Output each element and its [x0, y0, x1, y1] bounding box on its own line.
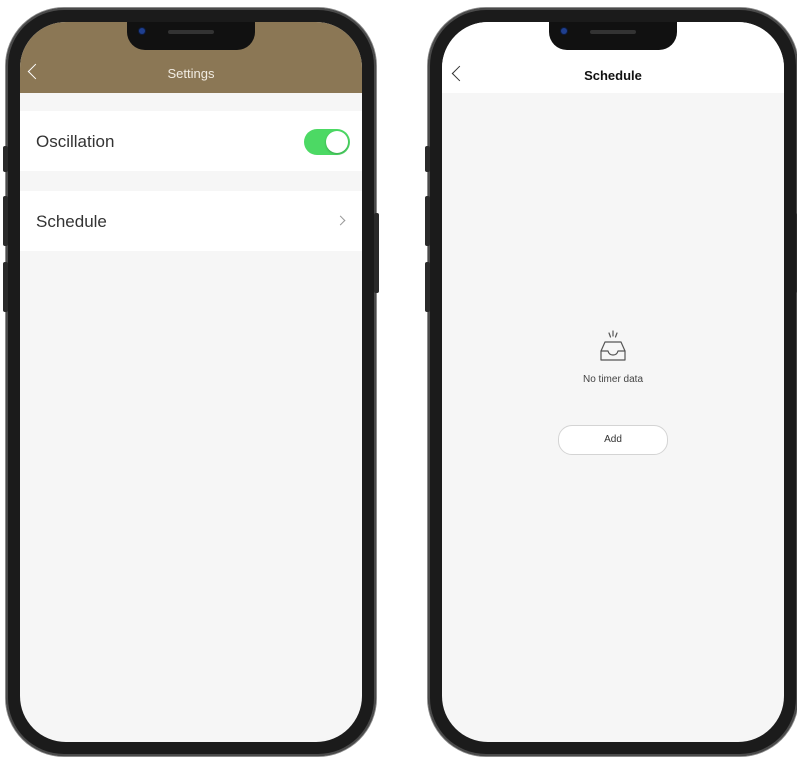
- oscillation-label: Oscillation: [36, 132, 115, 151]
- empty-tray-icon: [600, 330, 626, 361]
- add-button[interactable]: Add: [558, 425, 668, 455]
- camera-icon: [561, 28, 567, 34]
- phone-frame-schedule: Schedule No timer data Add: [425, 8, 797, 756]
- empty-message: No timer data: [582, 374, 644, 385]
- settings-screen: Settings Oscillation Schedule: [20, 22, 362, 742]
- notch: [549, 22, 677, 50]
- volume-down-button: [3, 262, 8, 312]
- speaker-grille: [168, 30, 214, 34]
- volume-up-button: [3, 196, 8, 246]
- page-title: Settings: [167, 66, 215, 81]
- schedule-label: Schedule: [36, 212, 107, 231]
- oscillation-toggle[interactable]: [304, 129, 350, 155]
- schedule-row[interactable]: Schedule: [20, 191, 362, 251]
- schedule-screen: Schedule No timer data Add: [442, 22, 784, 742]
- mute-switch: [425, 146, 430, 172]
- volume-up-button: [425, 196, 430, 246]
- mute-switch: [3, 146, 8, 172]
- oscillation-row: Oscillation: [20, 111, 362, 171]
- page-title: Schedule: [584, 68, 642, 83]
- speaker-grille: [590, 30, 636, 34]
- volume-down-button: [425, 262, 430, 312]
- empty-state: No timer data: [442, 327, 784, 385]
- power-button: [374, 213, 379, 293]
- notch: [127, 22, 255, 50]
- toggle-knob: [326, 131, 348, 153]
- chevron-right-icon: [335, 215, 346, 226]
- phone-frame-settings: Settings Oscillation Schedule: [3, 8, 379, 756]
- camera-icon: [139, 28, 145, 34]
